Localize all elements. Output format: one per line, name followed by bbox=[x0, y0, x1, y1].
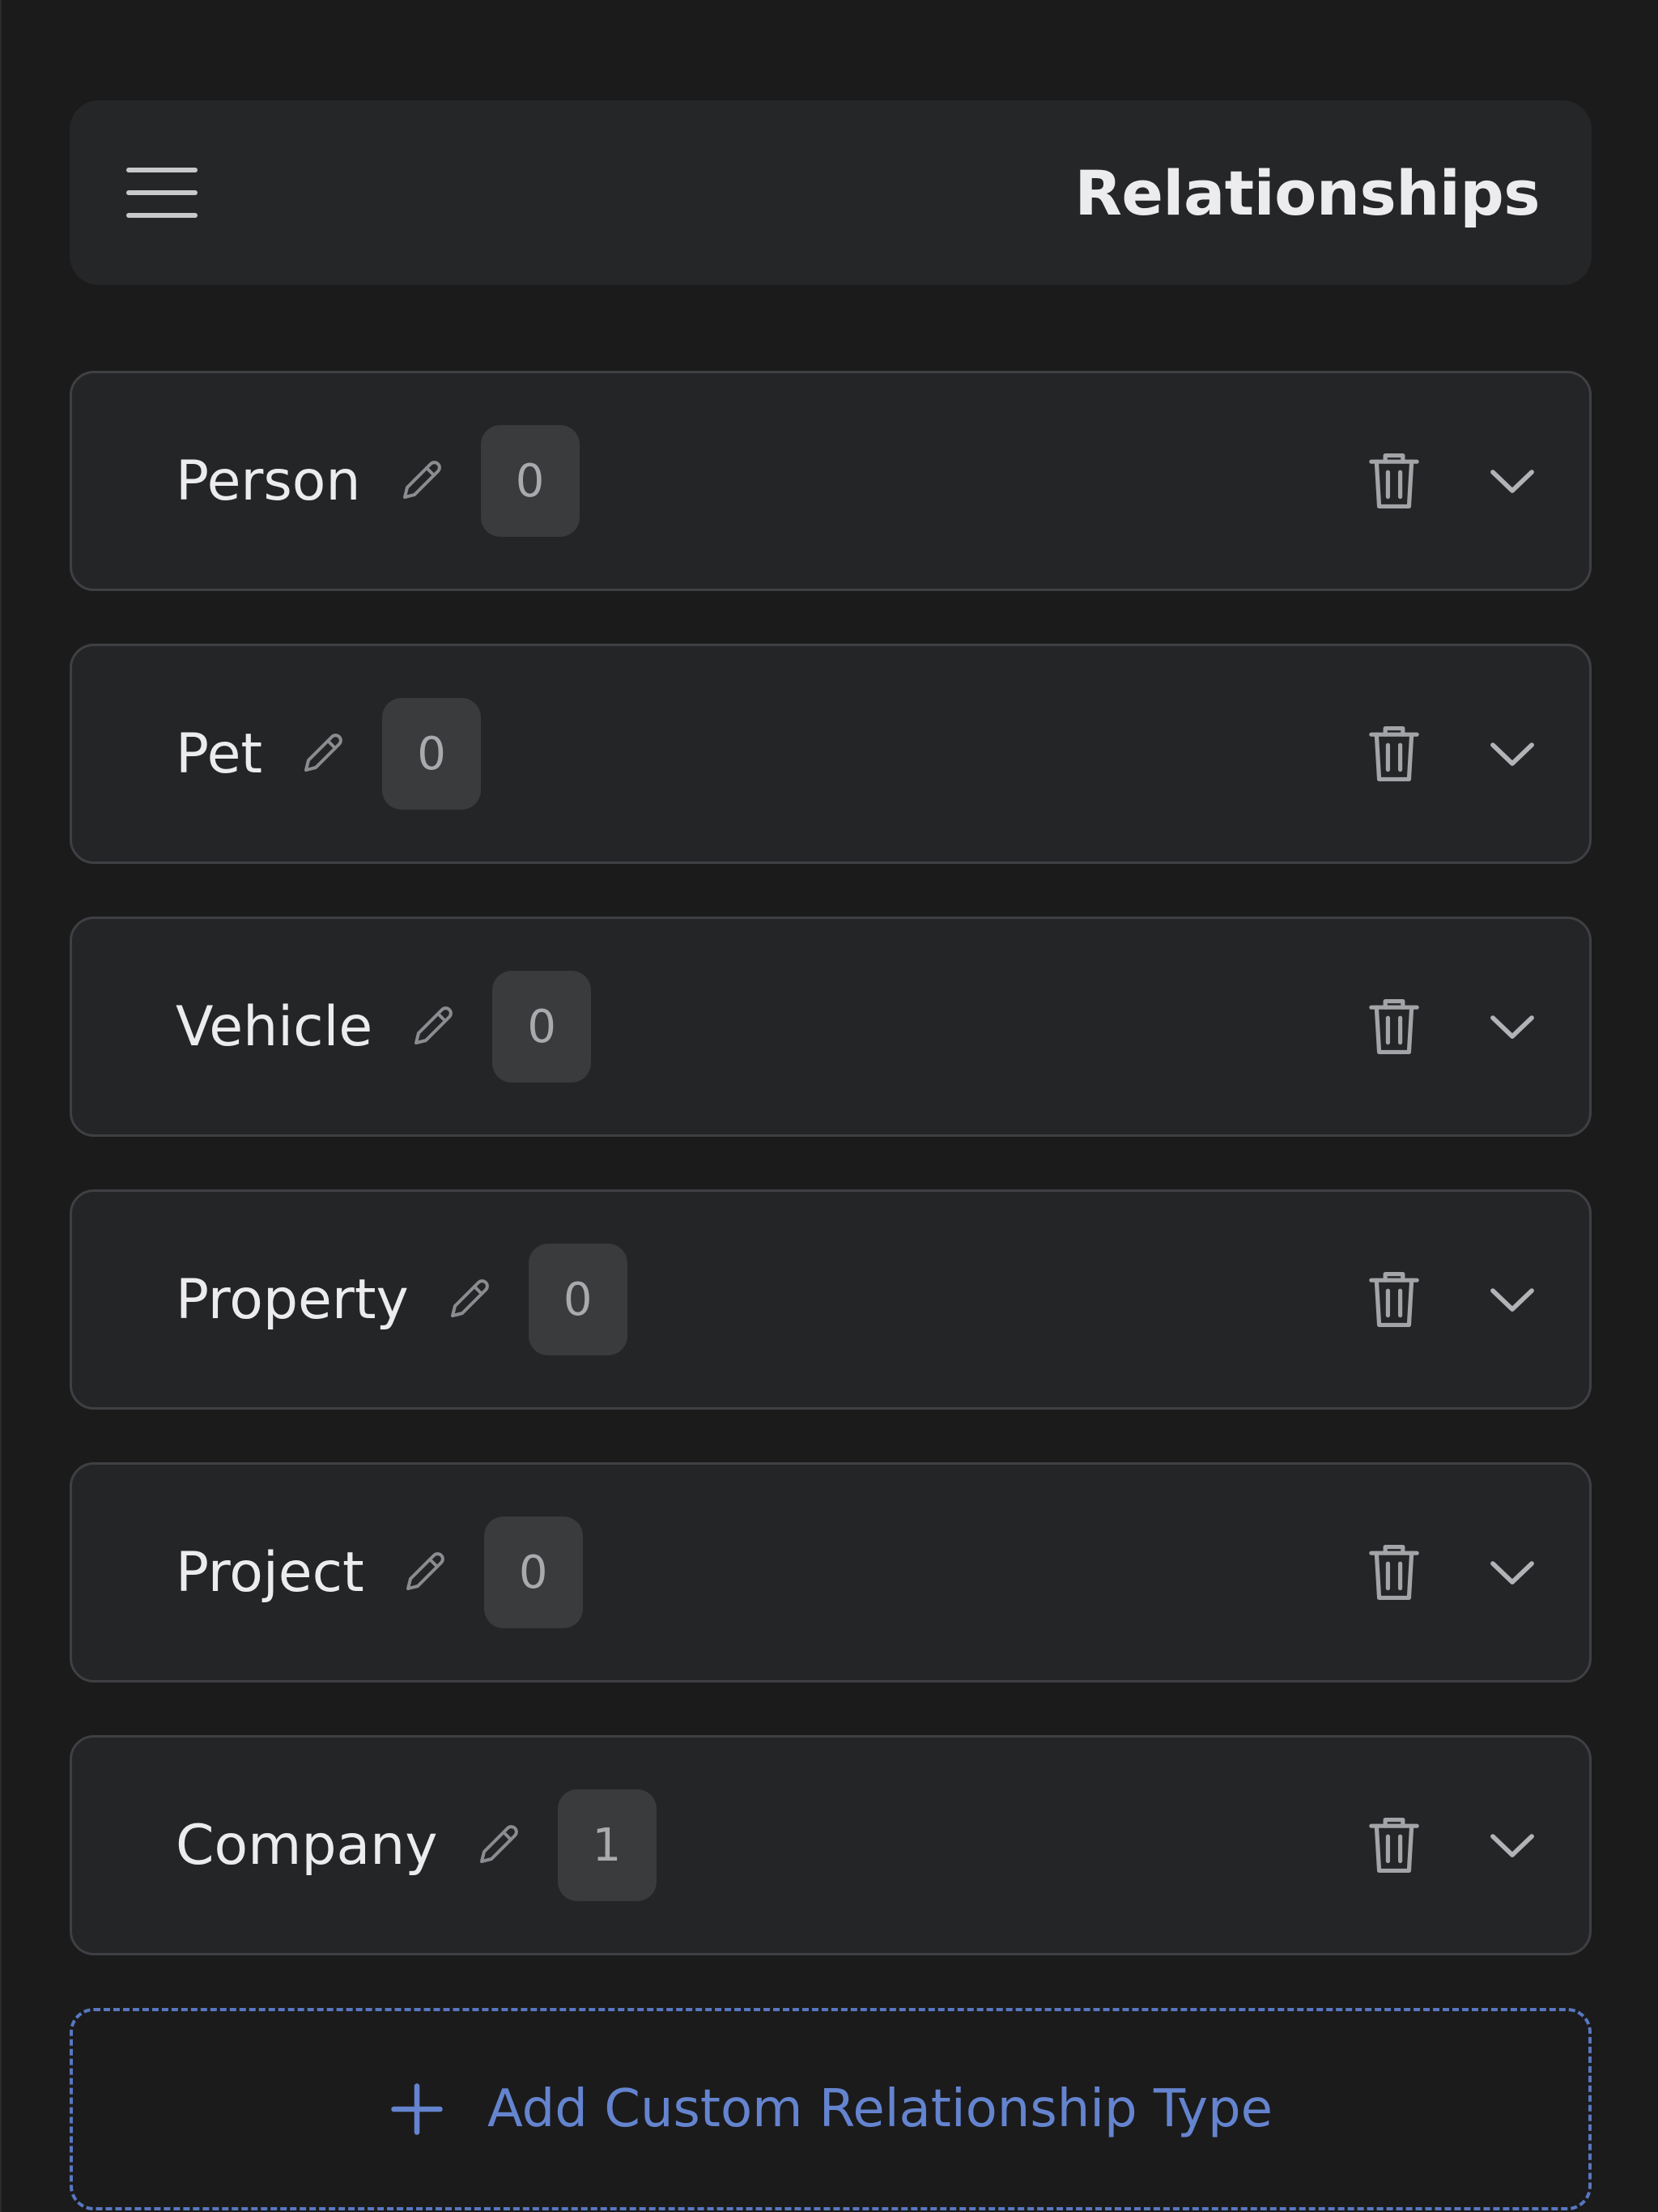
relationships-screen: Relationships Person 0 Pet 0 Vehicle 0 P… bbox=[0, 0, 1658, 2212]
pencil-icon[interactable] bbox=[296, 728, 348, 780]
trash-icon[interactable] bbox=[1366, 1268, 1422, 1331]
menu-button[interactable] bbox=[126, 168, 198, 218]
hamburger-menu-icon bbox=[126, 213, 198, 218]
chevron-down-icon[interactable] bbox=[1484, 1271, 1541, 1328]
relationship-type-card[interactable]: Vehicle 0 bbox=[70, 917, 1592, 1137]
relationship-type-card[interactable]: Property 0 bbox=[70, 1189, 1592, 1410]
trash-icon[interactable] bbox=[1366, 722, 1422, 785]
chevron-down-icon[interactable] bbox=[1484, 998, 1541, 1055]
hamburger-menu-icon bbox=[126, 190, 198, 195]
add-custom-relationship-type-button[interactable]: Add Custom Relationship Type bbox=[70, 2008, 1592, 2210]
relationship-type-name: Project bbox=[176, 1540, 364, 1605]
pencil-icon[interactable] bbox=[395, 455, 447, 507]
count-badge: 0 bbox=[480, 425, 580, 537]
add-button-label: Add Custom Relationship Type bbox=[487, 2079, 1273, 2139]
relationship-type-card[interactable]: Project 0 bbox=[70, 1462, 1592, 1682]
trash-icon[interactable] bbox=[1366, 995, 1422, 1058]
chevron-down-icon[interactable] bbox=[1484, 725, 1541, 782]
chevron-down-icon[interactable] bbox=[1484, 453, 1541, 509]
trash-icon[interactable] bbox=[1366, 449, 1422, 513]
trash-icon[interactable] bbox=[1366, 1814, 1422, 1877]
relationship-type-card[interactable]: Person 0 bbox=[70, 371, 1592, 591]
relationship-type-name: Person bbox=[176, 449, 361, 513]
count-badge: 0 bbox=[382, 698, 482, 810]
relationship-type-name: Pet bbox=[176, 721, 263, 786]
relationship-type-card[interactable]: Pet 0 bbox=[70, 644, 1592, 864]
relationship-type-card[interactable]: Company 1 bbox=[70, 1735, 1592, 1955]
plus-icon bbox=[391, 2083, 443, 2135]
pencil-icon[interactable] bbox=[398, 1546, 450, 1598]
chevron-down-icon[interactable] bbox=[1484, 1817, 1541, 1874]
hamburger-menu-icon bbox=[126, 168, 198, 172]
page-title: Relationships bbox=[1074, 156, 1540, 229]
pencil-icon[interactable] bbox=[443, 1274, 495, 1325]
relationship-type-name: Company bbox=[176, 1813, 438, 1878]
count-badge: 0 bbox=[492, 971, 592, 1083]
count-badge: 0 bbox=[483, 1516, 583, 1628]
pencil-icon[interactable] bbox=[406, 1001, 458, 1053]
count-badge: 1 bbox=[557, 1789, 657, 1901]
relationship-type-list: Person 0 Pet 0 Vehicle 0 Property 0 Proj… bbox=[70, 371, 1592, 2008]
pencil-icon[interactable] bbox=[472, 1819, 524, 1871]
count-badge: 0 bbox=[528, 1244, 627, 1355]
relationship-type-name: Property bbox=[176, 1267, 409, 1332]
trash-icon[interactable] bbox=[1366, 1541, 1422, 1604]
relationship-type-name: Vehicle bbox=[176, 994, 373, 1059]
chevron-down-icon[interactable] bbox=[1484, 1544, 1541, 1601]
top-bar: Relationships bbox=[70, 100, 1592, 285]
